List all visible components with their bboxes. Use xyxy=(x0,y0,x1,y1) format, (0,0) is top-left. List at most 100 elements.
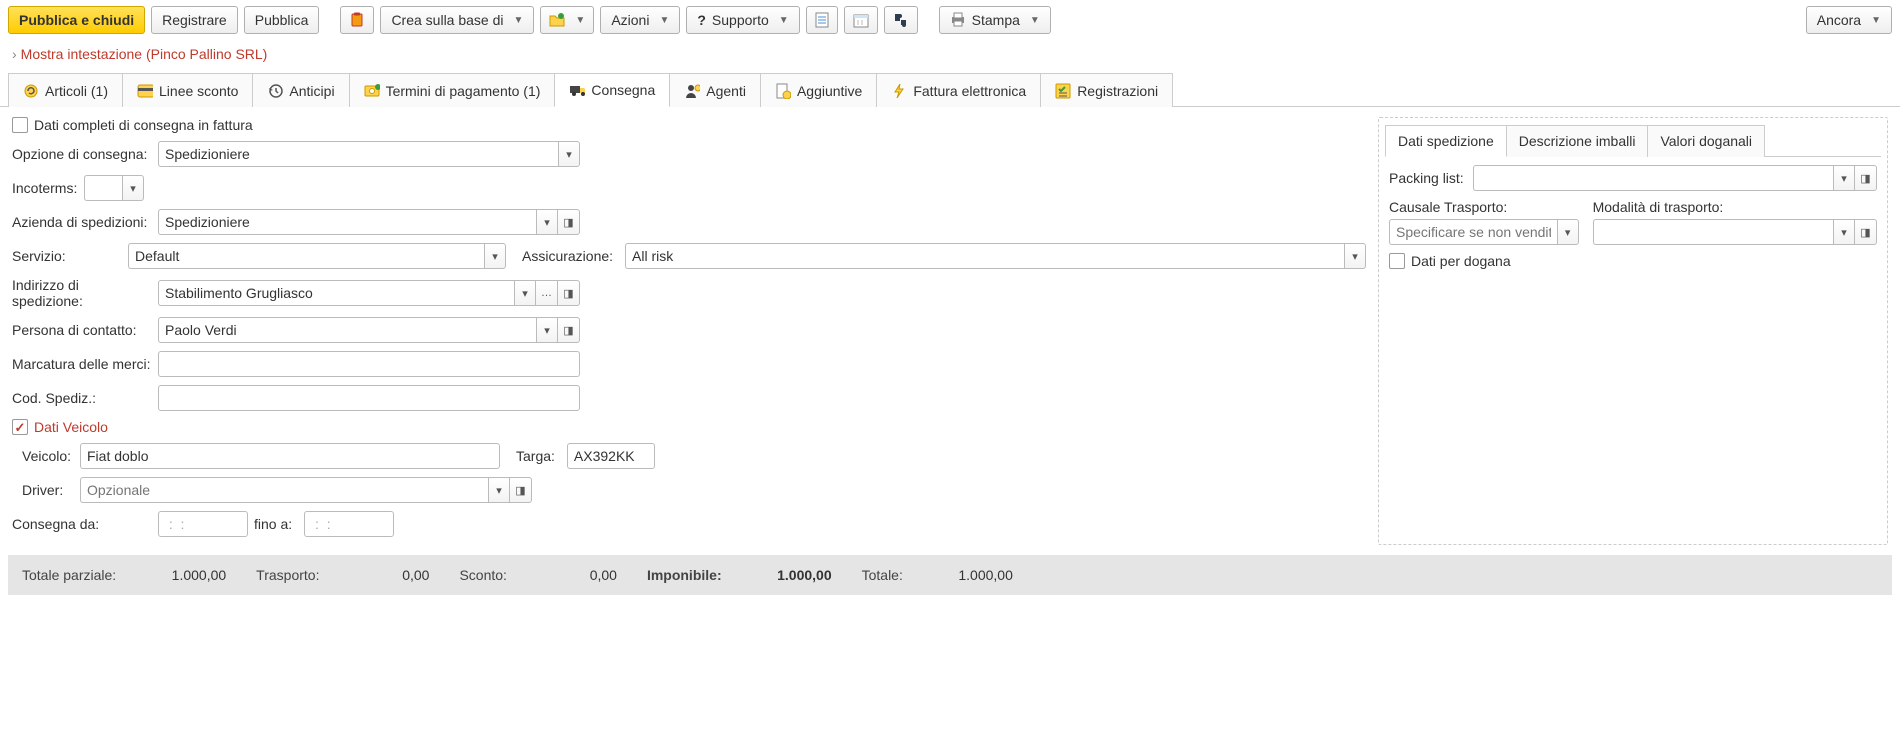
totals-footer: Totale parziale:1.000,00 Trasporto:0,00 … xyxy=(8,555,1892,595)
incoterms-input[interactable] xyxy=(84,175,122,201)
tab-advances[interactable]: Anticipi xyxy=(252,73,349,107)
main-tabs: Articoli (1) Linee sconto Anticipi Termi… xyxy=(0,72,1900,107)
vehicle-section-toggle[interactable]: Dati Veicolo xyxy=(12,419,108,435)
plate-label: Targa: xyxy=(516,448,561,464)
puzzle-icon xyxy=(893,12,909,28)
vehicle-checkbox[interactable] xyxy=(12,419,28,435)
packing-list-input[interactable] xyxy=(1473,165,1833,191)
tab-agents[interactable]: Agenti xyxy=(669,73,761,107)
print-button[interactable]: Stampa▼ xyxy=(939,6,1051,34)
discount-value: 0,00 xyxy=(547,567,617,583)
clipboard-button[interactable] xyxy=(340,6,374,34)
actions-label: Azioni xyxy=(611,12,649,28)
transport-reason-label: Causale Trasporto: xyxy=(1389,199,1579,215)
calendar-button[interactable] xyxy=(844,6,878,34)
tab-payment-terms[interactable]: Termini di pagamento (1) xyxy=(349,73,556,107)
puzzle-button[interactable] xyxy=(884,6,918,34)
help-icon: ? xyxy=(697,12,706,28)
dropdown-button[interactable]: ▾ xyxy=(1833,219,1855,245)
vehicle-input[interactable] xyxy=(80,443,500,469)
support-button[interactable]: ?Supporto▼ xyxy=(686,6,799,34)
delivery-to-label: fino a: xyxy=(254,516,298,532)
tab-einvoice[interactable]: Fattura elettronica xyxy=(876,73,1041,107)
contact-person-label: Persona di contatto: xyxy=(12,322,152,338)
subtotal-label: Totale parziale: xyxy=(22,567,156,583)
list-check-icon xyxy=(1055,83,1071,99)
dropdown-button[interactable]: ▾ xyxy=(1344,243,1366,269)
more-label: Ancora xyxy=(1817,12,1861,28)
contact-person-input[interactable] xyxy=(158,317,536,343)
folder-dropdown-button[interactable]: ▼ xyxy=(540,6,594,34)
folder-icon xyxy=(549,12,565,28)
dropdown-button[interactable]: ▾ xyxy=(1557,219,1579,245)
subtotal-value: 1.000,00 xyxy=(156,567,226,583)
show-header-link[interactable]: › Mostra intestazione (Pinco Pallino SRL… xyxy=(0,40,1900,68)
person-gear-icon xyxy=(684,83,700,99)
customs-data-checkbox[interactable] xyxy=(1389,253,1405,269)
delivery-from-input[interactable] xyxy=(158,511,248,537)
tab-customs-values[interactable]: Valori doganali xyxy=(1647,125,1765,157)
open-button[interactable]: ◨ xyxy=(1855,219,1877,245)
tab-additional[interactable]: Aggiuntive xyxy=(760,73,877,107)
transport-reason-input[interactable] xyxy=(1389,219,1557,245)
dropdown-button[interactable]: ▾ xyxy=(536,317,558,343)
tab-label: Agenti xyxy=(706,83,746,99)
taxable-value: 1.000,00 xyxy=(762,567,832,583)
plate-input[interactable] xyxy=(567,443,655,469)
dropdown-button[interactable]: ▾ xyxy=(558,141,580,167)
vehicle-label: Veicolo: xyxy=(22,448,74,464)
dropdown-button[interactable]: ▾ xyxy=(514,280,536,306)
tab-label: Linee sconto xyxy=(159,83,238,99)
publish-close-button[interactable]: Pubblica e chiudi xyxy=(8,6,145,34)
transport-value: 0,00 xyxy=(359,567,429,583)
transport-label: Trasporto: xyxy=(256,567,359,583)
document-button[interactable] xyxy=(806,6,838,34)
truck-icon xyxy=(569,82,585,98)
total-value: 1.000,00 xyxy=(943,567,1013,583)
ship-code-label: Cod. Spediz.: xyxy=(12,390,152,406)
service-input[interactable] xyxy=(128,243,484,269)
tab-discount-lines[interactable]: Linee sconto xyxy=(122,73,253,107)
document-icon xyxy=(815,12,829,28)
dropdown-button[interactable]: ▾ xyxy=(484,243,506,269)
delivery-to-input[interactable] xyxy=(304,511,394,537)
insurance-label: Assicurazione: xyxy=(522,248,619,264)
delivery-form: Dati completi di consegna in fattura Opz… xyxy=(12,117,1366,545)
publish-button[interactable]: Pubblica xyxy=(244,6,320,34)
open-button[interactable]: ◨ xyxy=(558,209,580,235)
goods-marking-input[interactable] xyxy=(158,351,580,377)
register-label: Registrare xyxy=(162,12,227,28)
driver-input[interactable] xyxy=(80,477,488,503)
chevron-right-icon: › xyxy=(12,46,17,62)
shipping-address-input[interactable] xyxy=(158,280,514,306)
dropdown-button[interactable]: ▾ xyxy=(1833,165,1855,191)
tab-registrations[interactable]: Registrazioni xyxy=(1040,73,1173,107)
tab-delivery[interactable]: Consegna xyxy=(554,73,670,107)
full-delivery-checkbox[interactable] xyxy=(12,117,28,133)
publish-close-label: Pubblica e chiudi xyxy=(19,12,134,28)
actions-button[interactable]: Azioni▼ xyxy=(600,6,680,34)
tab-articles[interactable]: Articoli (1) xyxy=(8,73,123,107)
dropdown-button[interactable]: ▾ xyxy=(488,477,510,503)
tab-packaging-desc[interactable]: Descrizione imballi xyxy=(1506,125,1649,157)
shipping-company-input[interactable] xyxy=(158,209,536,235)
shipping-panel: Dati spedizione Descrizione imballi Valo… xyxy=(1378,117,1888,545)
register-button[interactable]: Registrare xyxy=(151,6,238,34)
delivery-option-input[interactable] xyxy=(158,141,558,167)
open-button[interactable]: ◨ xyxy=(558,280,580,306)
transport-mode-input[interactable] xyxy=(1593,219,1833,245)
tab-shipping-data[interactable]: Dati spedizione xyxy=(1385,125,1507,157)
main-toolbar: Pubblica e chiudi Registrare Pubblica Cr… xyxy=(0,0,1900,40)
dropdown-button[interactable]: ▾ xyxy=(122,175,144,201)
open-button[interactable]: ◨ xyxy=(510,477,532,503)
ship-code-input[interactable] xyxy=(158,385,580,411)
insurance-input[interactable] xyxy=(625,243,1344,269)
ellipsis-button[interactable]: … xyxy=(536,280,558,306)
open-button[interactable]: ◨ xyxy=(558,317,580,343)
open-button[interactable]: ◨ xyxy=(1855,165,1877,191)
vehicle-section-label: Dati Veicolo xyxy=(34,419,108,435)
tab-label: Fattura elettronica xyxy=(913,83,1026,99)
create-based-on-button[interactable]: Crea sulla base di▼ xyxy=(380,6,534,34)
dropdown-button[interactable]: ▾ xyxy=(536,209,558,235)
more-button[interactable]: Ancora▼ xyxy=(1806,6,1892,34)
